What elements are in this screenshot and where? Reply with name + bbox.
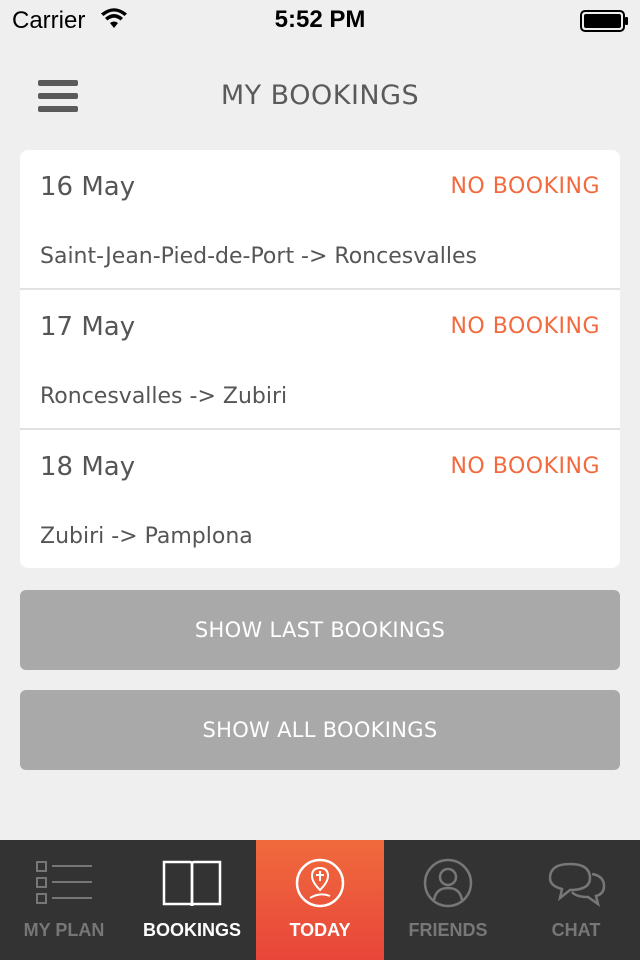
tab-label: TODAY xyxy=(289,920,351,940)
bookings-list: 16 May NO BOOKING Saint-Jean-Pied-de-Por… xyxy=(20,150,620,568)
compass-pin-icon xyxy=(295,858,345,908)
person-icon xyxy=(423,858,473,908)
chat-bubbles-icon xyxy=(548,862,606,907)
tab-today[interactable]: TODAY xyxy=(256,840,384,960)
tab-bar: MY PLAN BOOKINGS TODAY FRIENDS CHAT xyxy=(0,840,640,960)
booking-status: NO BOOKING xyxy=(450,174,600,199)
booking-route: Saint-Jean-Pied-de-Port -> Roncesvalles xyxy=(40,244,477,269)
tab-friends[interactable]: FRIENDS xyxy=(384,840,512,960)
header: MY BOOKINGS xyxy=(0,60,640,134)
tab-label: FRIENDS xyxy=(408,920,488,940)
show-all-bookings-button[interactable]: SHOW ALL BOOKINGS xyxy=(20,690,620,770)
booking-row[interactable]: 17 May NO BOOKING Roncesvalles -> Zubiri xyxy=(20,290,620,430)
tab-label: BOOKINGS xyxy=(142,920,241,940)
clock: 5:52 PM xyxy=(274,6,366,33)
booking-date: 16 May xyxy=(40,172,136,202)
tab-bookings[interactable]: BOOKINGS xyxy=(128,840,256,960)
tab-label: CHAT xyxy=(551,920,601,940)
booking-date: 18 May xyxy=(40,452,136,482)
booking-row[interactable]: 16 May NO BOOKING Saint-Jean-Pied-de-Por… xyxy=(20,150,620,290)
booking-route: Zubiri -> Pamplona xyxy=(40,524,253,549)
show-last-bookings-button[interactable]: SHOW LAST BOOKINGS xyxy=(20,590,620,670)
booking-row[interactable]: 18 May NO BOOKING Zubiri -> Pamplona xyxy=(20,430,620,568)
battery-icon xyxy=(580,10,628,32)
tab-chat[interactable]: CHAT xyxy=(512,840,640,960)
tab-my-plan[interactable]: MY PLAN xyxy=(0,840,128,960)
booking-route: Roncesvalles -> Zubiri xyxy=(40,384,288,409)
booking-date: 17 May xyxy=(40,312,136,342)
booking-status: NO BOOKING xyxy=(450,454,600,479)
list-icon xyxy=(36,861,92,904)
book-icon xyxy=(162,860,222,907)
tab-label: MY PLAN xyxy=(23,920,105,940)
status-bar: Carrier 5:52 PM xyxy=(0,0,640,40)
page-title: MY BOOKINGS xyxy=(220,80,420,111)
booking-status: NO BOOKING xyxy=(450,314,600,339)
